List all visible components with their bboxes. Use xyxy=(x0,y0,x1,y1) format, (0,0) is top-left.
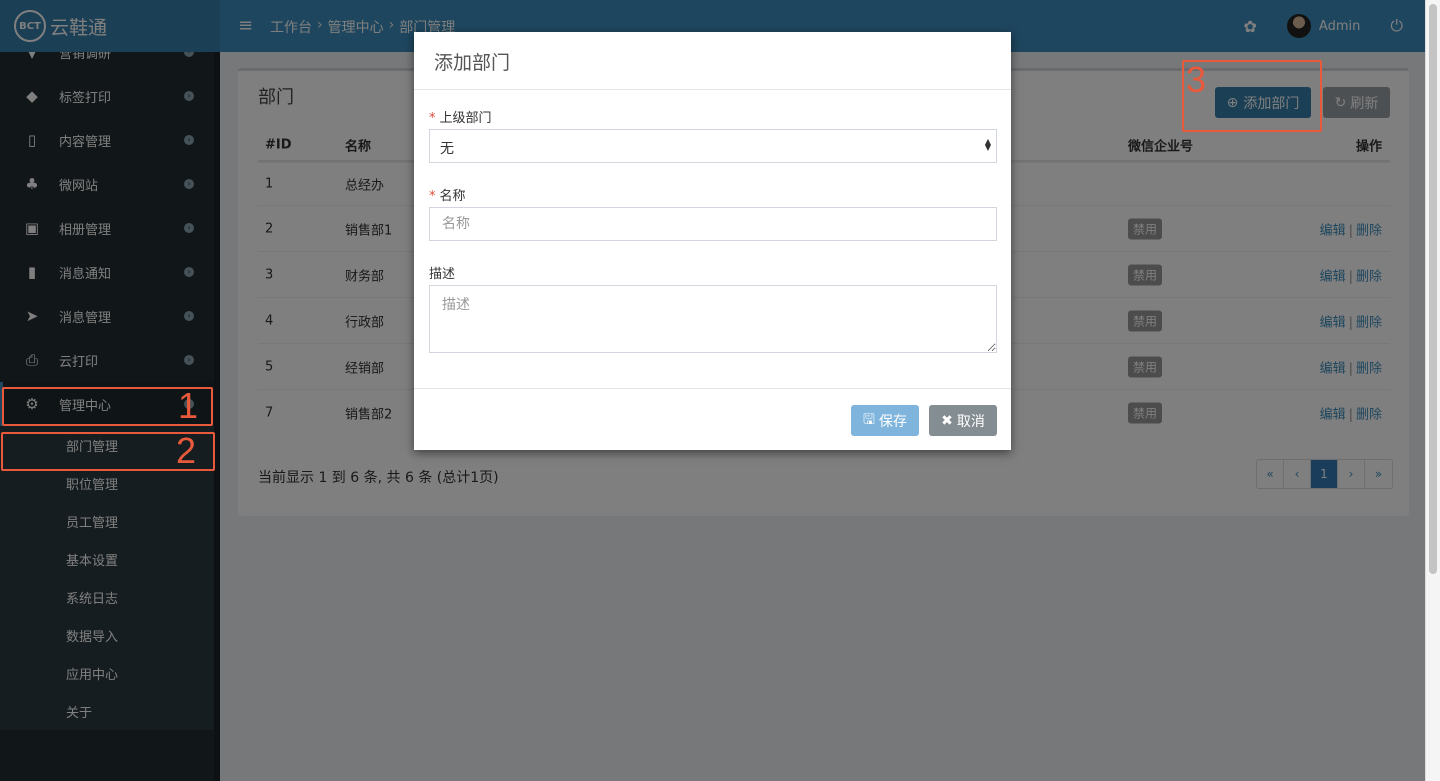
save-button[interactable]: 🖫 保存 xyxy=(851,405,919,436)
save-label: 保存 xyxy=(878,413,907,430)
cancel-label: 取消 xyxy=(956,413,985,430)
save-icon: 🖫 xyxy=(863,411,875,428)
cancel-button[interactable]: ✖ 取消 xyxy=(929,405,997,436)
parent-department-select[interactable]: 无 ▲ ▼ xyxy=(429,129,997,163)
name-input[interactable] xyxy=(429,207,997,241)
required-mark: * xyxy=(429,111,436,126)
parent-department-label: * 上级部门 xyxy=(429,107,492,126)
modal-title: 添加部门 xyxy=(414,32,1011,90)
callout-number-3: 3 xyxy=(1186,59,1207,100)
required-mark: * xyxy=(429,189,436,204)
close-icon: ✖ xyxy=(941,412,953,429)
parent-department-label-text: 上级部门 xyxy=(439,111,492,126)
scrollbar-thumb[interactable] xyxy=(1429,4,1437,574)
modal-footer: 🖫 保存 ✖ 取消 xyxy=(414,388,1011,450)
page-scrollbar[interactable] xyxy=(1425,0,1440,781)
callout-number-2: 2 xyxy=(176,430,197,471)
callout-number-1: 1 xyxy=(178,385,199,426)
add-department-modal: 添加部门 *上级部门 无 ▲▼ *名称 描述 🖫 保存 ✖ 取消 xyxy=(414,32,1011,450)
description-textarea[interactable] xyxy=(429,285,997,353)
name-label-text: 名称 xyxy=(439,189,466,204)
parent-department-value: 无 xyxy=(440,141,454,157)
select-arrows-icon: ▲ ▼ xyxy=(984,137,991,152)
name-label: * 名称 xyxy=(429,185,466,204)
description-label: 描述 xyxy=(429,267,456,282)
